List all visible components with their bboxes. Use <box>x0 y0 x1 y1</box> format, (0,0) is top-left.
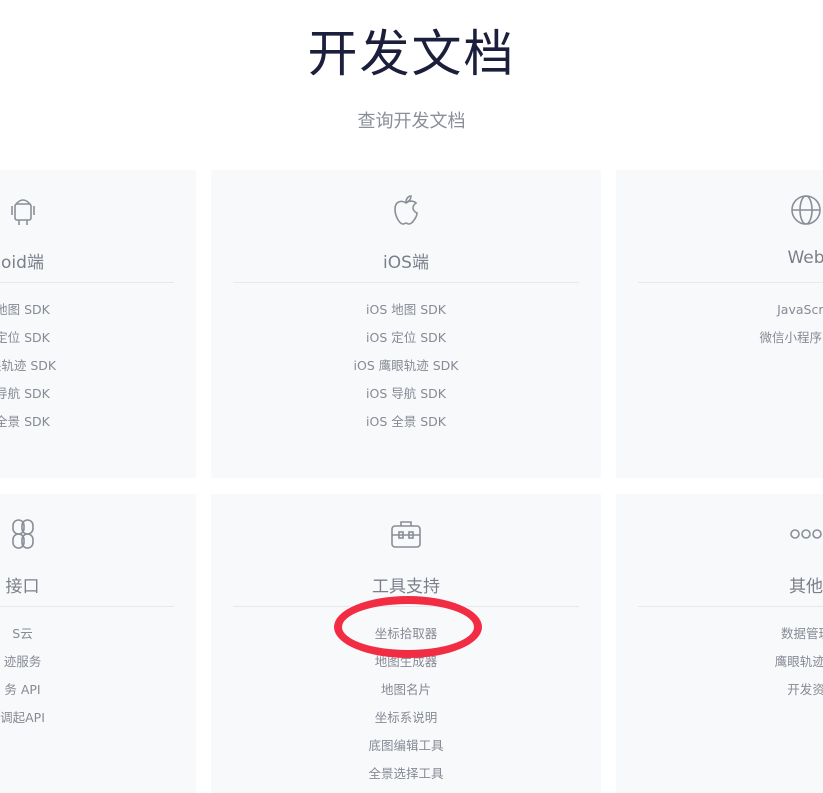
link-coordinate-system[interactable]: 坐标系说明 <box>211 704 601 732</box>
android-icon <box>5 192 41 228</box>
link-basemap-editor[interactable]: 底图编辑工具 <box>211 732 601 760</box>
card-other-links: 数据管理 鹰眼轨迹管 开发资 <box>616 620 823 704</box>
card-service-links: S云 迹服务 务 API 调起API <box>0 620 196 732</box>
link-android-panorama-sdk[interactable]: 全景 SDK <box>0 408 196 436</box>
globe-icon <box>788 192 823 228</box>
card-divider <box>0 282 174 283</box>
link-track-management[interactable]: 鹰眼轨迹管 <box>616 648 823 676</box>
card-ios-links: iOS 地图 SDK iOS 定位 SDK iOS 鹰眼轨迹 SDK iOS 导… <box>211 296 601 436</box>
page-title: 开发文档 <box>307 25 516 83</box>
card-other-title: 其他 <box>789 577 823 597</box>
link-android-navi-sdk[interactable]: 导航 SDK <box>0 380 196 408</box>
link-dev-resources[interactable]: 开发资 <box>616 676 823 704</box>
card-service: 接口 S云 迹服务 务 API 调起API <box>0 494 196 793</box>
link-panorama-selector[interactable]: 全景选择工具 <box>211 760 601 788</box>
card-divider <box>0 606 174 607</box>
link-android-location-sdk[interactable]: 定位 SDK <box>0 324 196 352</box>
link-service-cloud[interactable]: S云 <box>0 620 196 648</box>
developer-docs-page: 开发文档 查询开发文档 oid端 地图 SDK 定位 SDK 眼轨迹 SDK <box>0 0 823 793</box>
card-android-links: 地图 SDK 定位 SDK 眼轨迹 SDK 导航 SDK 全景 SDK <box>0 296 196 436</box>
card-web-links: JavaScrip 微信小程序 Java <box>616 296 823 352</box>
card-service-title: 接口 <box>5 577 40 597</box>
card-android: oid端 地图 SDK 定位 SDK 眼轨迹 SDK 导航 SDK 全景 SDK <box>0 170 196 478</box>
card-web-title: Web <box>787 248 823 268</box>
link-ios-map-sdk[interactable]: iOS 地图 SDK <box>211 296 601 324</box>
card-android-title: oid端 <box>1 253 44 273</box>
link-ios-location-sdk[interactable]: iOS 定位 SDK <box>211 324 601 352</box>
card-tools: 工具支持 坐标拾取器 地图生成器 地图名片 坐标系说明 底图编辑工具 全景选择工… <box>211 494 601 793</box>
card-other: 其他 数据管理 鹰眼轨迹管 开发资 <box>616 494 823 793</box>
link-service-api[interactable]: 务 API <box>0 676 196 704</box>
card-divider <box>638 282 823 283</box>
link-ios-panorama-sdk[interactable]: iOS 全景 SDK <box>211 408 601 436</box>
link-web-javascript-api[interactable]: JavaScrip <box>616 296 823 324</box>
card-web: Web JavaScrip 微信小程序 Java <box>616 170 823 478</box>
link-data-management[interactable]: 数据管理 <box>616 620 823 648</box>
card-ios-title: iOS端 <box>383 253 429 273</box>
link-service-track[interactable]: 迹服务 <box>0 648 196 676</box>
link-service-invoke-api[interactable]: 调起API <box>0 704 196 732</box>
card-ios: iOS端 iOS 地图 SDK iOS 定位 SDK iOS 鹰眼轨迹 SDK … <box>211 170 601 478</box>
card-divider <box>233 282 579 283</box>
link-icon <box>5 516 41 552</box>
apple-icon <box>388 192 424 228</box>
link-coordinate-picker[interactable]: 坐标拾取器 <box>211 620 601 648</box>
toolbox-icon <box>388 516 424 552</box>
link-ios-track-sdk[interactable]: iOS 鹰眼轨迹 SDK <box>211 352 601 380</box>
link-web-miniprogram[interactable]: 微信小程序 Java <box>616 324 823 352</box>
card-tools-title: 工具支持 <box>372 577 440 597</box>
link-ios-navi-sdk[interactable]: iOS 导航 SDK <box>211 380 601 408</box>
card-divider <box>233 606 579 607</box>
link-map-generator[interactable]: 地图生成器 <box>211 648 601 676</box>
link-map-card[interactable]: 地图名片 <box>211 676 601 704</box>
card-tools-links: 坐标拾取器 地图生成器 地图名片 坐标系说明 底图编辑工具 全景选择工具 <box>211 620 601 788</box>
card-divider <box>638 606 823 607</box>
link-android-map-sdk[interactable]: 地图 SDK <box>0 296 196 324</box>
link-android-track-sdk[interactable]: 眼轨迹 SDK <box>0 352 196 380</box>
page-subtitle: 查询开发文档 <box>357 111 466 132</box>
more-dots-icon <box>788 516 823 552</box>
